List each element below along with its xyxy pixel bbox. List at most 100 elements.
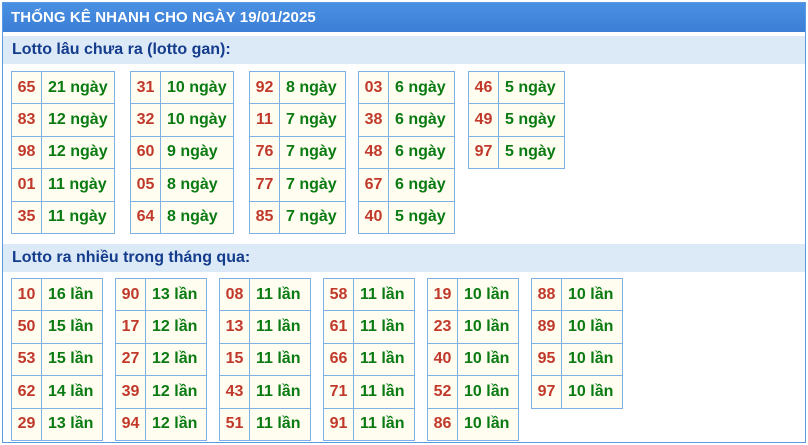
frequent-group: 08 11 lần 13 11 lần 15 11 lần 43 11 lần 51 11 lần xyxy=(219,277,311,441)
lotto-number: 17 xyxy=(115,310,146,344)
appearance-count: 10 lần xyxy=(457,407,519,441)
table-row: 62 14 lần xyxy=(11,375,103,409)
days-absent: 6 ngày xyxy=(388,103,455,137)
frequent-group: 19 10 lần 23 10 lần 40 10 lần 52 10 lần 86 10 lần xyxy=(427,277,519,441)
days-absent: 5 ngày xyxy=(498,70,565,105)
lotto-number: 89 xyxy=(531,310,562,344)
appearance-count: 14 lần xyxy=(41,375,103,409)
lotto-number: 88 xyxy=(531,277,562,312)
days-absent: 10 ngày xyxy=(160,70,234,105)
appearance-count: 11 lần xyxy=(353,407,415,441)
table-row: 40 10 lần xyxy=(427,342,519,377)
appearance-count: 10 lần xyxy=(561,310,623,344)
lotto-number: 98 xyxy=(11,135,42,170)
table-row: 83 12 ngày xyxy=(11,103,115,137)
days-absent: 21 ngày xyxy=(41,70,115,105)
lotto-number: 67 xyxy=(358,168,389,202)
table-row: 23 10 lần xyxy=(427,310,519,344)
gan-group: 46 5 ngày 49 5 ngày 97 5 ngày xyxy=(468,70,565,170)
days-absent: 7 ngày xyxy=(279,168,346,202)
lotto-number: 53 xyxy=(11,342,42,377)
lotto-number: 29 xyxy=(11,407,42,441)
table-row: 48 6 ngày xyxy=(358,135,455,170)
lotto-number: 39 xyxy=(115,375,146,409)
table-row: 85 7 ngày xyxy=(249,200,346,234)
gan-group: 92 8 ngày 11 7 ngày 76 7 ngày 77 7 ngày 85 7 ngày xyxy=(249,70,346,234)
lotto-number: 65 xyxy=(11,70,42,105)
appearance-count: 12 lần xyxy=(145,407,207,441)
table-row: 91 11 lần xyxy=(323,407,415,441)
lotto-number: 51 xyxy=(219,407,250,441)
appearance-count: 11 lần xyxy=(353,310,415,344)
table-row: 31 10 ngày xyxy=(130,70,234,105)
appearance-count: 13 lần xyxy=(41,407,103,441)
lotto-number: 46 xyxy=(468,70,499,105)
lotto-number: 27 xyxy=(115,342,146,377)
days-absent: 10 ngày xyxy=(160,103,234,137)
appearance-count: 11 lần xyxy=(249,375,311,409)
lotto-number: 43 xyxy=(219,375,250,409)
lotto-number: 97 xyxy=(531,375,562,409)
table-row: 52 10 lần xyxy=(427,375,519,409)
stats-panel: THỐNG KÊ NHANH CHO NGÀY 19/01/2025 Lotto… xyxy=(2,2,806,443)
table-row: 50 15 lần xyxy=(11,310,103,344)
table-row: 77 7 ngày xyxy=(249,168,346,202)
table-row: 98 12 ngày xyxy=(11,135,115,170)
table-row: 60 9 ngày xyxy=(130,135,234,170)
lotto-number: 11 xyxy=(249,103,280,137)
lotto-number: 13 xyxy=(219,310,250,344)
frequent-group: 88 10 lần 89 10 lần 95 10 lần 97 10 lần xyxy=(531,277,623,409)
lotto-number: 23 xyxy=(427,310,458,344)
gan-group: 65 21 ngày 83 12 ngày 98 12 ngày 01 11 ngày 35 11… xyxy=(11,70,115,234)
table-row: 10 16 lần xyxy=(11,277,103,312)
days-absent: 8 ngày xyxy=(279,70,346,105)
appearance-count: 10 lần xyxy=(561,342,623,377)
lotto-number: 71 xyxy=(323,375,354,409)
table-row: 19 10 lần xyxy=(427,277,519,312)
table-row: 86 10 lần xyxy=(427,407,519,441)
appearance-count: 10 lần xyxy=(561,277,623,312)
days-absent: 6 ngày xyxy=(388,168,455,202)
appearance-count: 12 lần xyxy=(145,342,207,377)
table-row: 49 5 ngày xyxy=(468,103,565,137)
table-row: 35 11 ngày xyxy=(11,200,115,234)
lotto-number: 61 xyxy=(323,310,354,344)
days-absent: 6 ngày xyxy=(388,135,455,170)
lotto-number: 91 xyxy=(323,407,354,441)
lotto-number: 08 xyxy=(219,277,250,312)
table-row: 05 8 ngày xyxy=(130,168,234,202)
lotto-number: 95 xyxy=(531,342,562,377)
frequent-group: 58 11 lần 61 11 lần 66 11 lần 71 11 lần 91 11 lần xyxy=(323,277,415,441)
frequent-section-heading: Lotto ra nhiều trong tháng qua: xyxy=(3,244,805,272)
page-title: THỐNG KÊ NHANH CHO NGÀY 19/01/2025 xyxy=(3,3,805,32)
appearance-count: 15 lần xyxy=(41,342,103,377)
appearance-count: 16 lần xyxy=(41,277,103,312)
table-row: 51 11 lần xyxy=(219,407,311,441)
table-row: 88 10 lần xyxy=(531,277,623,312)
lotto-number: 15 xyxy=(219,342,250,377)
lotto-number: 90 xyxy=(115,277,146,312)
lotto-number: 03 xyxy=(358,70,389,105)
lotto-number: 49 xyxy=(468,103,499,137)
lotto-number: 77 xyxy=(249,168,280,202)
days-absent: 9 ngày xyxy=(160,135,234,170)
table-row: 39 12 lần xyxy=(115,375,207,409)
table-row: 89 10 lần xyxy=(531,310,623,344)
table-row: 66 11 lần xyxy=(323,342,415,377)
table-row: 97 10 lần xyxy=(531,375,623,409)
days-absent: 6 ngày xyxy=(388,70,455,105)
days-absent: 8 ngày xyxy=(160,200,234,234)
table-row: 67 6 ngày xyxy=(358,168,455,202)
lotto-number: 10 xyxy=(11,277,42,312)
lotto-number: 92 xyxy=(249,70,280,105)
appearance-count: 10 lần xyxy=(457,342,519,377)
table-row: 13 11 lần xyxy=(219,310,311,344)
lotto-number: 32 xyxy=(130,103,161,137)
table-row: 65 21 ngày xyxy=(11,70,115,105)
table-row: 01 11 ngày xyxy=(11,168,115,202)
days-absent: 7 ngày xyxy=(279,200,346,234)
table-row: 32 10 ngày xyxy=(130,103,234,137)
lotto-number: 83 xyxy=(11,103,42,137)
days-absent: 11 ngày xyxy=(41,200,115,234)
lotto-number: 38 xyxy=(358,103,389,137)
